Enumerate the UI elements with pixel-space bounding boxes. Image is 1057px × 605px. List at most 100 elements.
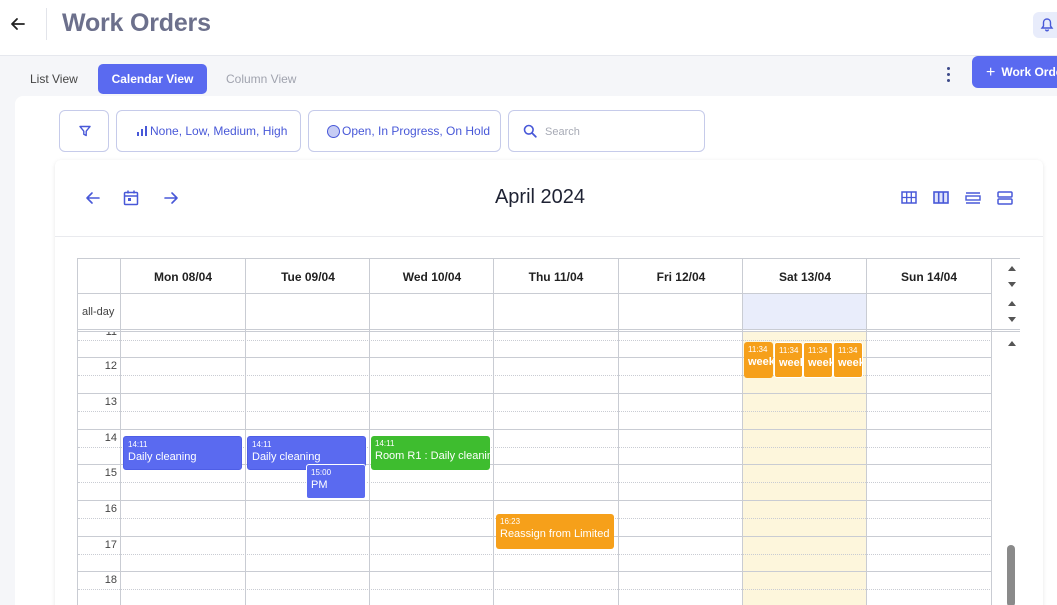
event-title: week [838, 357, 863, 369]
grid-line [78, 500, 992, 501]
grid-line [742, 259, 743, 605]
event-block[interactable]: 14:11 Room R1 : Daily cleaning [371, 436, 490, 470]
calendar-grid: Mon 08/04 Tue 09/04 Wed 10/04 Thu 11/04 … [77, 258, 1020, 605]
event-title: Daily cleaning [128, 451, 197, 463]
event-time: 11:34 [779, 346, 799, 355]
allday-label: all-day [82, 306, 115, 318]
priority-filter-label: None, Low, Medium, High [150, 124, 288, 138]
header-scroll-down-icon[interactable] [1005, 278, 1019, 290]
header-divider [46, 8, 47, 40]
status-circle-icon [327, 125, 340, 138]
hour-label: 13 [104, 396, 117, 408]
notification-bell-button[interactable] [1033, 12, 1057, 38]
signal-bars-icon [137, 126, 147, 136]
vertical-scrollbar-thumb[interactable] [1007, 545, 1015, 605]
event-block[interactable]: 11:34 week [744, 342, 773, 378]
day-header: Tue 09/04 [281, 270, 335, 284]
day-header: Sat 13/04 [778, 270, 832, 284]
grid-line [866, 259, 867, 605]
status-filter-label: Open, In Progress, On Hold [342, 124, 491, 138]
hour-label: 12 [104, 360, 117, 372]
event-title: week [748, 356, 773, 368]
event-title: week [808, 357, 833, 369]
grid-line [78, 329, 1020, 330]
calendar-today-icon[interactable] [120, 187, 142, 209]
event-block[interactable]: 11:34 week [803, 342, 833, 378]
hour-label: 14 [104, 432, 117, 444]
next-arrow-icon[interactable] [160, 187, 182, 209]
day-view-icon[interactable] [962, 187, 984, 209]
day-header: Sun 14/04 [900, 270, 958, 284]
event-title: Daily cleaning [252, 451, 321, 463]
event-time: 15:00 [311, 468, 332, 477]
grid-line [78, 571, 992, 572]
hour-label: 16 [104, 503, 117, 515]
event-block[interactable]: 15:00 PM [306, 464, 366, 499]
search-input[interactable] [545, 122, 695, 142]
more-options-icon[interactable] [938, 65, 958, 85]
event-title: PM [311, 479, 328, 491]
hour-label: 15 [104, 467, 117, 479]
list-view-icon[interactable] [994, 187, 1016, 209]
day-header: Mon 08/04 [153, 270, 213, 284]
hour-label: 18 [104, 574, 117, 586]
today-allday-cell [743, 294, 867, 329]
header-scroll-up-icon[interactable] [1005, 263, 1019, 275]
half-hour-line [78, 411, 992, 412]
half-hour-line [78, 482, 992, 483]
hour-label: 17 [104, 539, 117, 551]
day-header: Wed 10/04 [402, 270, 462, 284]
half-hour-line [78, 589, 992, 590]
week-view-icon[interactable] [930, 187, 952, 209]
search-icon [523, 124, 537, 138]
tab-list-view[interactable]: List View [22, 64, 86, 94]
half-hour-line [78, 340, 992, 341]
add-work-order-button[interactable]: + Work Order [972, 56, 1057, 88]
event-block[interactable]: 11:34 week [774, 342, 803, 378]
filter-icon [79, 125, 91, 137]
allday-scroll-up-icon[interactable] [1005, 298, 1019, 310]
search-box[interactable] [508, 110, 705, 152]
event-block[interactable]: 11:34 week [833, 342, 863, 378]
grid-line [991, 259, 992, 605]
grid-line [618, 259, 619, 605]
plus-icon: + [986, 64, 996, 81]
grid-line [78, 429, 992, 430]
event-title: Reassign from Limited [500, 528, 610, 540]
event-title: week [779, 357, 802, 369]
prev-arrow-icon[interactable] [82, 187, 104, 209]
day-header: Thu 11/04 [528, 270, 584, 284]
tab-column-view[interactable]: Column View [218, 64, 304, 94]
hour-label: 11 [105, 332, 117, 338]
event-block[interactable]: 14:11 Daily cleaning [123, 436, 242, 470]
event-time: 11:34 [748, 345, 768, 354]
view-bar: List View Calendar View Column View + Wor… [0, 56, 1057, 96]
top-bar: Work Orders [0, 0, 1057, 56]
grid-line [120, 259, 121, 605]
half-hour-line [78, 554, 992, 555]
body-scroll-up-icon[interactable] [1005, 338, 1019, 350]
allday-scroll-down-icon[interactable] [1005, 313, 1019, 325]
event-title: Room R1 : Daily cleaning [375, 450, 490, 462]
event-time: 14:11 [128, 440, 148, 449]
grid-line [78, 393, 992, 394]
page-title: Work Orders [62, 9, 211, 37]
status-filter-button[interactable]: Open, In Progress, On Hold [308, 110, 501, 152]
month-title: April 2024 [494, 186, 586, 208]
event-time: 11:34 [808, 346, 828, 355]
event-time: 14:11 [252, 440, 272, 449]
month-grid-view-icon[interactable] [898, 187, 920, 209]
event-time: 14:11 [375, 439, 395, 448]
tab-calendar-view[interactable]: Calendar View [98, 64, 207, 94]
grid-line [78, 331, 1020, 332]
calendar-header-divider [55, 236, 1043, 237]
event-block[interactable]: 16:23 Reassign from Limited [496, 514, 614, 549]
event-time: 11:34 [838, 346, 858, 355]
add-work-order-label: Work Order [1001, 65, 1057, 79]
grid-line [78, 293, 992, 294]
filter-button[interactable] [59, 110, 109, 152]
grid-line [493, 259, 494, 605]
priority-filter-button[interactable]: None, Low, Medium, High [116, 110, 301, 152]
event-time: 16:23 [500, 517, 521, 526]
back-arrow-icon[interactable] [8, 14, 28, 34]
